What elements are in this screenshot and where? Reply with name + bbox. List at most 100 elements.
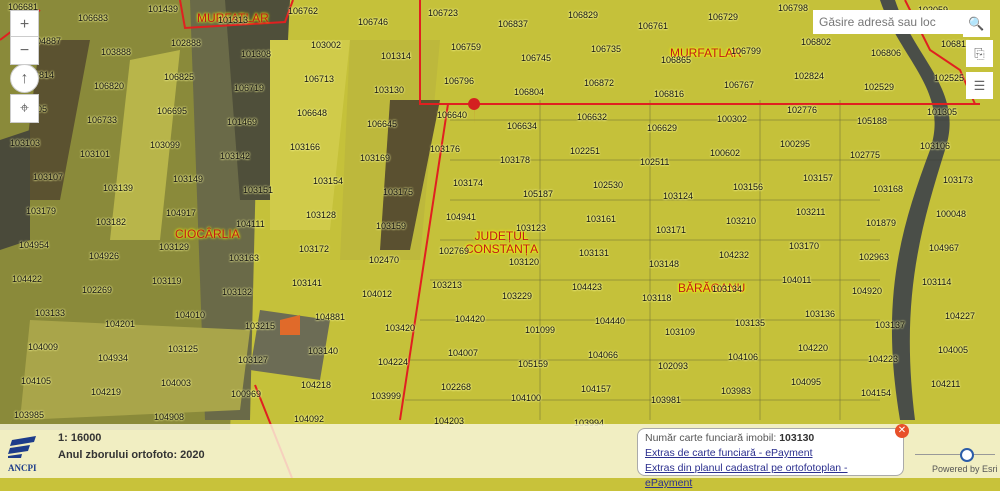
parcel-label[interactable]: 103172 — [299, 244, 329, 254]
parcel-label[interactable]: 106820 — [94, 81, 124, 91]
cadastral-plan-extract-link[interactable]: Extras din planul cadastral pe ortofotop… — [645, 461, 896, 491]
parcel-label[interactable]: 103159 — [376, 221, 406, 231]
parcel-label[interactable]: 104211 — [931, 379, 960, 389]
parcel-label[interactable]: 105188 — [857, 116, 887, 126]
parcel-label[interactable]: 104009 — [28, 342, 58, 352]
parcel-label[interactable]: 106729 — [708, 12, 738, 22]
parcel-label[interactable]: 102776 — [787, 105, 817, 115]
parcel-label[interactable]: 106799 — [731, 46, 761, 56]
parcel-label[interactable]: 106735 — [591, 44, 621, 54]
parcel-label[interactable]: 104157 — [581, 384, 611, 394]
parcel-label[interactable]: 103168 — [873, 184, 903, 194]
parcel-label[interactable]: 103420 — [385, 323, 415, 333]
parcel-label[interactable]: 106798 — [778, 3, 808, 13]
parcel-label[interactable]: 103173 — [943, 175, 973, 185]
parcel-label[interactable]: 103170 — [789, 241, 819, 251]
parcel-label[interactable]: 103148 — [649, 259, 679, 269]
parcel-label[interactable]: 103123 — [516, 223, 546, 233]
parcel-label[interactable]: 100969 — [231, 389, 261, 399]
parcel-label[interactable]: 102963 — [859, 252, 889, 262]
parcel-label[interactable]: 104227 — [945, 311, 975, 321]
parcel-label[interactable]: 102525 — [934, 73, 964, 83]
parcel-label[interactable]: 103161 — [586, 214, 616, 224]
parcel-label[interactable]: 103169 — [360, 153, 390, 163]
parcel-label[interactable]: 103179 — [26, 206, 56, 216]
parcel-label[interactable]: 103140 — [308, 346, 338, 356]
parcel-label[interactable]: 103985 — [14, 410, 44, 420]
parcel-label[interactable]: 100295 — [780, 139, 810, 149]
parcel-label[interactable]: 102251 — [570, 146, 600, 156]
parcel-label[interactable]: 103101 — [80, 149, 110, 159]
parcel-label[interactable]: 104224 — [378, 357, 408, 367]
slider-handle[interactable] — [960, 448, 974, 462]
parcel-label[interactable]: 104934 — [98, 353, 128, 363]
parcel-label[interactable]: 104095 — [791, 377, 821, 387]
parcel-label[interactable]: 103176 — [430, 144, 460, 154]
parcel-label[interactable]: 103132 — [222, 287, 252, 297]
parcel-label[interactable]: 106872 — [584, 78, 614, 88]
parcel-label[interactable]: 106746 — [358, 17, 388, 27]
parcel-label[interactable]: 106759 — [451, 42, 481, 52]
parcel-label[interactable]: 104105 — [21, 376, 51, 386]
parcel-label[interactable]: 101879 — [866, 218, 896, 228]
parcel-label[interactable]: 103888 — [101, 47, 131, 57]
parcel-label[interactable]: 103136 — [805, 309, 835, 319]
parcel-label[interactable]: 103983 — [721, 386, 751, 396]
parcel-label[interactable]: 102268 — [441, 382, 471, 392]
parcel-label[interactable]: 103999 — [371, 391, 401, 401]
locate-button[interactable]: ⌖ — [10, 94, 39, 123]
parcel-label[interactable]: 104092 — [294, 414, 324, 424]
parcel-label[interactable]: 104941 — [446, 212, 476, 222]
parcel-label[interactable]: 104232 — [719, 250, 749, 260]
parcel-label[interactable]: 104881 — [315, 312, 345, 322]
parcel-label[interactable]: 103166 — [290, 142, 320, 152]
parcel-label[interactable]: 106713 — [304, 74, 334, 84]
search-button[interactable]: 🔍 — [963, 10, 990, 37]
parcel-label[interactable]: 103128 — [306, 210, 336, 220]
parcel-label[interactable]: 103141 — [292, 278, 322, 288]
parcel-label[interactable]: 104007 — [448, 348, 478, 358]
parcel-label[interactable]: 103127 — [238, 355, 268, 365]
parcel-label[interactable]: 100602 — [710, 148, 740, 158]
parcel-label[interactable]: 101313 — [218, 15, 248, 25]
parcel-label[interactable]: 104005 — [938, 345, 968, 355]
parcel-label[interactable]: 106695 — [157, 106, 187, 116]
opacity-slider[interactable] — [915, 454, 995, 455]
parcel-label[interactable]: 102775 — [850, 150, 880, 160]
parcel-label[interactable]: 100048 — [936, 209, 966, 219]
parcel-label[interactable]: 102511 — [640, 157, 669, 167]
parcel-label[interactable]: 103125 — [168, 344, 198, 354]
parcel-label[interactable]: 101308 — [241, 49, 271, 59]
parcel-label[interactable]: 106648 — [297, 108, 327, 118]
parcel-label[interactable]: 103213 — [432, 280, 462, 290]
parcel-label[interactable]: 101439 — [148, 4, 178, 14]
parcel-label[interactable]: 106640 — [437, 110, 467, 120]
compass-north-button[interactable]: ↑ — [10, 64, 39, 93]
zoom-in-button[interactable]: + — [10, 10, 39, 39]
parcel-label[interactable]: 103157 — [803, 173, 833, 183]
parcel-label[interactable]: 104920 — [852, 286, 882, 296]
parcel-label[interactable]: 106719 — [234, 83, 264, 93]
parcel-label[interactable]: 104926 — [89, 251, 119, 261]
parcel-label[interactable]: 102888 — [171, 38, 201, 48]
parcel-label[interactable]: 106723 — [428, 8, 458, 18]
parcel-label[interactable]: 104967 — [929, 243, 959, 253]
parcel-label[interactable]: 106829 — [568, 10, 598, 20]
parcel-label[interactable]: 104003 — [161, 378, 191, 388]
parcel-label[interactable]: 106632 — [577, 112, 607, 122]
parcel-label[interactable]: 103178 — [500, 155, 530, 165]
parcel-label[interactable]: 102093 — [658, 361, 688, 371]
parcel-label[interactable]: 106761 — [638, 21, 668, 31]
search-input[interactable]: Găsire adresă sau loc — [813, 10, 969, 34]
parcel-label[interactable]: 102470 — [369, 255, 399, 265]
parcel-label[interactable]: 103002 — [311, 40, 341, 50]
parcel-label[interactable]: 106825 — [164, 72, 194, 82]
parcel-label[interactable]: 103981 — [651, 395, 681, 405]
parcel-label[interactable]: 101469 — [227, 117, 257, 127]
parcel-label[interactable]: 103120 — [509, 257, 539, 267]
parcel-label[interactable]: 102769 — [439, 246, 469, 256]
parcel-label[interactable]: 104218 — [301, 380, 331, 390]
parcel-label[interactable]: 104010 — [175, 310, 205, 320]
parcel-label[interactable]: 101099 — [525, 325, 555, 335]
parcel-label[interactable]: 106802 — [801, 37, 831, 47]
